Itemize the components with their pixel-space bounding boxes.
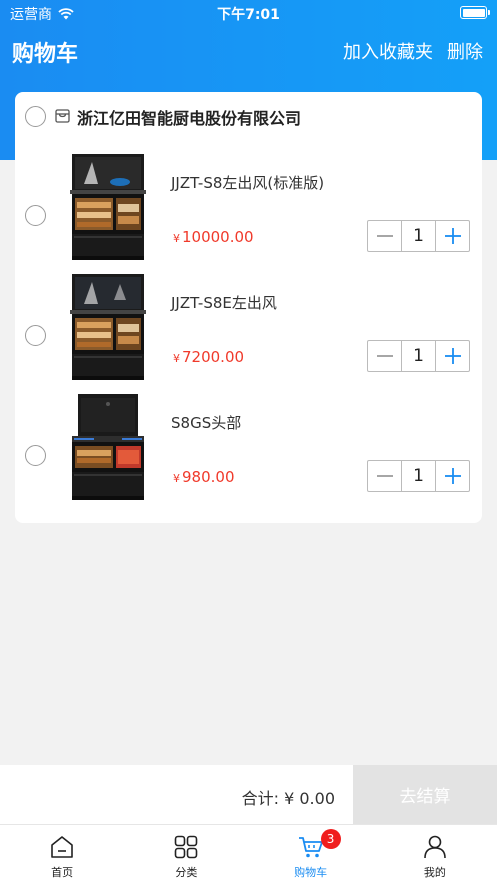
item-price-value: 10000.00 <box>182 228 254 246</box>
product-image <box>70 274 146 380</box>
quantity-stepper: 1 <box>367 340 470 372</box>
home-icon <box>51 836 73 858</box>
battery-icon <box>460 6 490 19</box>
cart-icon <box>298 837 323 858</box>
minus-icon <box>376 235 393 237</box>
quantity-stepper: 1 <box>367 220 470 252</box>
tab-label: 购物车 <box>294 866 328 879</box>
checkout-bar: 合计: ¥ 0.00 去结算 <box>0 765 497 824</box>
cart-count-badge: 3 <box>320 829 341 849</box>
cart-item: JJZT-S8E左出风 ¥7200.00 1 <box>15 272 482 392</box>
item-price: ¥980.00 <box>173 468 235 486</box>
tab-profile[interactable]: 我的 <box>373 825 497 883</box>
quantity-value[interactable]: 1 <box>402 341 435 371</box>
quantity-value[interactable]: 1 <box>402 461 435 491</box>
increase-quantity-button[interactable] <box>435 461 469 491</box>
tab-label: 首页 <box>51 866 74 879</box>
item-title: JJZT-S8左出风(标准版) <box>171 174 325 192</box>
currency-symbol: ¥ <box>173 232 180 245</box>
product-image <box>72 394 144 500</box>
item-price-value: 980.00 <box>182 468 235 486</box>
user-icon <box>424 835 446 859</box>
checkout-button[interactable]: 去结算 <box>353 765 497 824</box>
tab-home[interactable]: 首页 <box>0 825 124 883</box>
product-image <box>70 154 146 260</box>
item-price: ¥10000.00 <box>173 228 254 246</box>
cart-shop-card: 浙江亿田智能厨电股份有限公司 JJZT-S8左出风(标准版) ¥10000.00 <box>15 92 482 523</box>
store-icon <box>55 109 70 123</box>
status-bar: 运营商 下午7:01 <box>0 0 497 26</box>
increase-quantity-button[interactable] <box>435 221 469 251</box>
tab-category[interactable]: 分类 <box>124 825 248 883</box>
decrease-quantity-button[interactable] <box>368 341 402 371</box>
plus-icon <box>444 228 461 244</box>
item-price-value: 7200.00 <box>182 348 245 366</box>
category-icon <box>175 835 198 859</box>
item-select-radio[interactable] <box>25 445 46 466</box>
shop-select-radio[interactable] <box>25 106 46 127</box>
tab-cart[interactable]: 3 购物车 <box>249 825 373 883</box>
decrease-quantity-button[interactable] <box>368 461 402 491</box>
cart-item: S8GS头部 ¥980.00 1 <box>15 392 482 512</box>
delete-button[interactable]: 删除 <box>447 38 483 64</box>
clock: 下午7:01 <box>217 7 280 23</box>
plus-icon <box>444 348 461 364</box>
cart-total: 合计: ¥ 0.00 <box>241 789 335 808</box>
add-to-favorites-button[interactable]: 加入收藏夹 <box>343 38 433 64</box>
minus-icon <box>376 355 393 357</box>
item-select-radio[interactable] <box>25 325 46 346</box>
quantity-value[interactable]: 1 <box>402 221 435 251</box>
decrease-quantity-button[interactable] <box>368 221 402 251</box>
currency-symbol: ¥ <box>173 352 180 365</box>
quantity-stepper: 1 <box>367 460 470 492</box>
plus-icon <box>444 468 461 484</box>
page-title: 购物车 <box>12 42 79 67</box>
header-actions: 加入收藏夹 删除 <box>343 38 483 64</box>
tab-label: 我的 <box>423 866 446 879</box>
shop-header: 浙江亿田智能厨电股份有限公司 <box>15 92 482 138</box>
tab-bar: 首页 分类 3 购物车 我的 <box>0 824 497 883</box>
shop-name: 浙江亿田智能厨电股份有限公司 <box>77 109 302 128</box>
tab-label: 分类 <box>175 866 198 879</box>
item-title: JJZT-S8E左出风 <box>171 294 277 312</box>
currency-symbol: ¥ <box>173 472 180 485</box>
item-select-radio[interactable] <box>25 205 46 226</box>
minus-icon <box>376 475 393 477</box>
item-price: ¥7200.00 <box>173 348 244 366</box>
cart-item: JJZT-S8左出风(标准版) ¥10000.00 1 <box>15 152 482 272</box>
increase-quantity-button[interactable] <box>435 341 469 371</box>
item-title: S8GS头部 <box>171 414 242 432</box>
